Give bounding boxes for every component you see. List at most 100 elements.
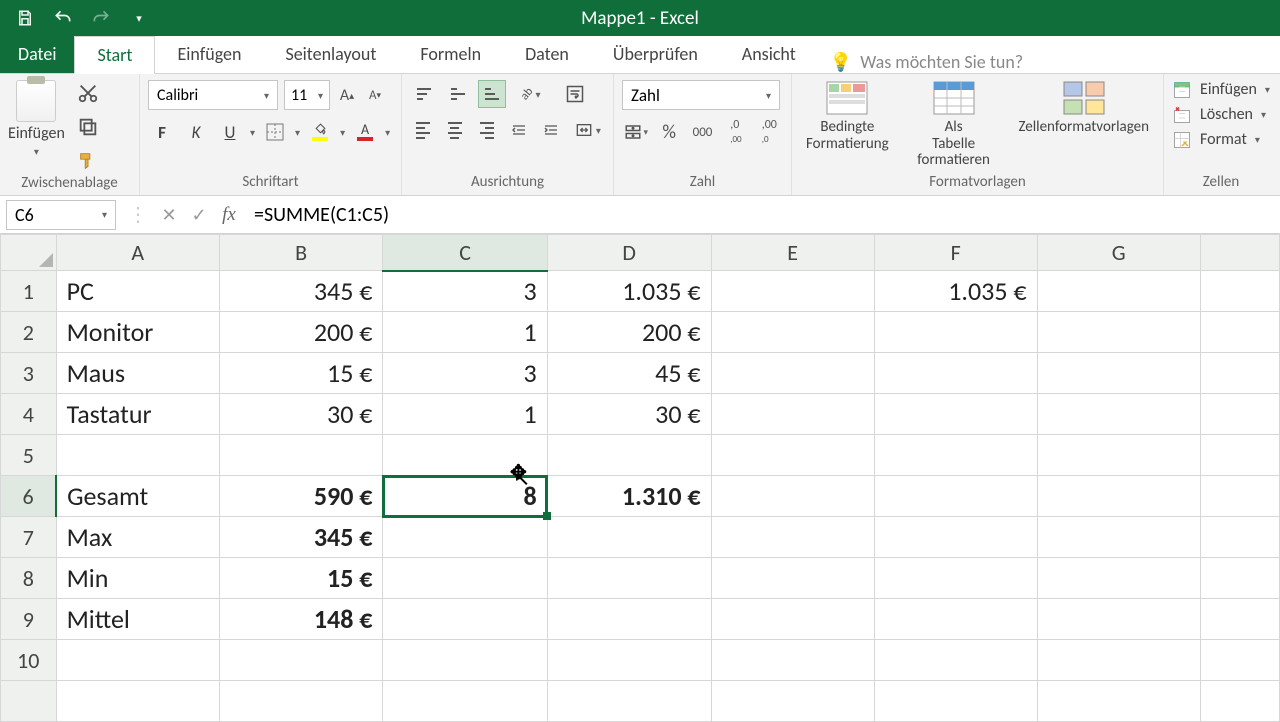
row-header-7[interactable]: 7 [1, 517, 57, 558]
cell-D2[interactable]: 200 € [547, 312, 711, 353]
cell-G1[interactable] [1037, 271, 1200, 312]
cell-F6[interactable] [874, 476, 1037, 517]
col-header-H[interactable] [1200, 235, 1279, 271]
cell-F10[interactable] [874, 640, 1037, 681]
cell-E10[interactable] [711, 640, 874, 681]
cell-F1[interactable]: 1.035 € [874, 271, 1037, 312]
formula-input[interactable] [244, 200, 1280, 230]
cell-A9[interactable]: Mittel [56, 599, 219, 640]
cell-D8[interactable] [547, 558, 711, 599]
decrease-decimal-button[interactable]: ,00,0 [756, 118, 783, 146]
accounting-format-button[interactable]: ▾ [622, 118, 649, 146]
cell-styles-button[interactable]: Zellenformatvorlagen [1012, 80, 1155, 136]
cell-E5[interactable] [711, 435, 874, 476]
cell-G9[interactable] [1037, 599, 1200, 640]
cell-B2[interactable]: 200 € [219, 312, 383, 353]
row-header-8[interactable]: 8 [1, 558, 57, 599]
cell-C7[interactable] [383, 517, 547, 558]
cell-E9[interactable] [711, 599, 874, 640]
cell-H4[interactable] [1200, 394, 1279, 435]
cell-A4[interactable]: Tastatur [56, 394, 219, 435]
cell-E7[interactable] [711, 517, 874, 558]
align-bottom-button[interactable] [478, 80, 506, 108]
cell-H5[interactable] [1200, 435, 1279, 476]
number-format-combo[interactable]: Zahl ▾ [622, 80, 780, 110]
cell-F5[interactable] [874, 435, 1037, 476]
cell-D9[interactable] [547, 599, 711, 640]
cell-H2[interactable] [1200, 312, 1279, 353]
format-painter-icon[interactable] [75, 148, 101, 174]
increase-decimal-button[interactable]: ,0,00 [722, 118, 749, 146]
percent-button[interactable]: % [655, 118, 682, 146]
cancel-formula-icon[interactable]: ✕ [154, 200, 184, 230]
chevron-down-icon[interactable]: ▾ [340, 126, 345, 139]
align-left-button[interactable] [410, 116, 436, 144]
comma-button[interactable]: 000 [689, 118, 716, 146]
chevron-down-icon[interactable]: ▾ [385, 126, 390, 139]
cell-E2[interactable] [711, 312, 874, 353]
cell-H7[interactable] [1200, 517, 1279, 558]
cell-G7[interactable] [1037, 517, 1200, 558]
cell-E6[interactable] [711, 476, 874, 517]
cell-D7[interactable] [547, 517, 711, 558]
row-header-4[interactable]: 4 [1, 394, 57, 435]
cell-H8[interactable] [1200, 558, 1279, 599]
underline-button[interactable]: U [216, 118, 244, 146]
col-header-G[interactable]: G [1037, 235, 1200, 271]
cell-A8[interactable]: Min [56, 558, 219, 599]
tab-formulas[interactable]: Formeln [398, 35, 503, 73]
cell-C10[interactable] [383, 640, 547, 681]
redo-icon[interactable] [90, 7, 112, 29]
cell-B4[interactable]: 30 € [219, 394, 383, 435]
tab-file[interactable]: Datei [0, 35, 74, 73]
cell-G6[interactable] [1037, 476, 1200, 517]
cell-H9[interactable] [1200, 599, 1279, 640]
cell-B7[interactable]: 345 € [219, 517, 383, 558]
cell-G3[interactable] [1037, 353, 1200, 394]
paste-button[interactable]: Einfügen ▾ [8, 80, 65, 158]
cell-A5[interactable] [56, 435, 219, 476]
cell-C9[interactable] [383, 599, 547, 640]
cell-H1[interactable] [1200, 271, 1279, 312]
col-header-D[interactable]: D [547, 235, 711, 271]
row-header-6[interactable]: 6 [1, 476, 57, 517]
row-header-11[interactable] [1, 681, 57, 722]
delete-cells-button[interactable]: Löschen ▾ [1172, 105, 1270, 124]
qat-customize-icon[interactable]: ▾ [128, 7, 150, 29]
row-header-9[interactable]: 9 [1, 599, 57, 640]
orientation-button[interactable]: ab▾ [512, 80, 550, 108]
borders-button[interactable] [261, 118, 289, 146]
cell-D1[interactable]: 1.035 € [547, 271, 711, 312]
row-header-5[interactable]: 5 [1, 435, 57, 476]
fill-color-button[interactable] [306, 118, 334, 146]
cell-F4[interactable] [874, 394, 1037, 435]
worksheet-grid[interactable]: A B C D E F G 1 PC 345 € 3 1.035 € 1.035… [0, 234, 1280, 722]
cell-F9[interactable] [874, 599, 1037, 640]
cell-C5[interactable] [383, 435, 547, 476]
row-header-3[interactable]: 3 [1, 353, 57, 394]
cell-B9[interactable]: 148 € [219, 599, 383, 640]
cell-A3[interactable]: Maus [56, 353, 219, 394]
cell-E4[interactable] [711, 394, 874, 435]
cell-C1[interactable]: 3 [383, 271, 547, 312]
cell-D3[interactable]: 45 € [547, 353, 711, 394]
format-as-table-button[interactable]: Als Tabelle formatieren [905, 80, 1003, 169]
col-header-E[interactable]: E [711, 235, 874, 271]
cell-E1[interactable] [711, 271, 874, 312]
cell-G10[interactable] [1037, 640, 1200, 681]
undo-icon[interactable] [52, 7, 74, 29]
col-header-A[interactable]: A [56, 235, 219, 271]
copy-icon[interactable] [75, 114, 101, 140]
merge-button[interactable]: ▾ [570, 116, 605, 144]
tab-insert[interactable]: Einfügen [155, 35, 263, 73]
cell-F3[interactable] [874, 353, 1037, 394]
row-header-10[interactable]: 10 [1, 640, 57, 681]
cell-F7[interactable] [874, 517, 1037, 558]
col-header-C[interactable]: C [383, 235, 547, 271]
name-box[interactable]: C6 ▾ [6, 200, 116, 230]
save-icon[interactable] [14, 7, 36, 29]
chevron-down-icon[interactable]: ▾ [250, 126, 255, 139]
increase-indent-button[interactable] [538, 116, 564, 144]
cell-C4[interactable]: 1 [383, 394, 547, 435]
cell-C8[interactable] [383, 558, 547, 599]
